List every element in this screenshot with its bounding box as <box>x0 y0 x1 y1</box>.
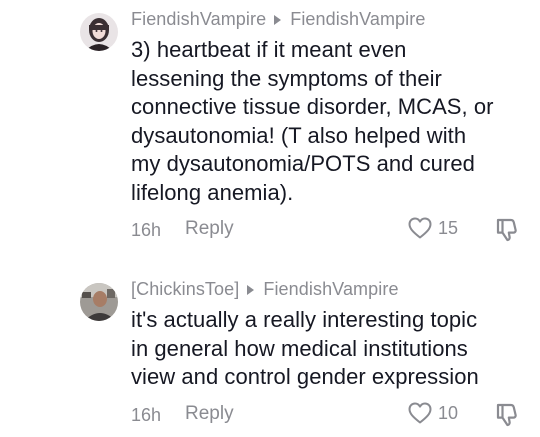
heart-outline-icon <box>408 402 432 424</box>
comment-text-line: dysautonomia! (T also helped with <box>131 122 467 148</box>
comment-text-line: it's actually a really interesting topic <box>131 307 478 332</box>
comment-text-line: lifelong anemia). <box>131 179 294 205</box>
author-name[interactable]: [ChickinsToe] <box>131 279 239 300</box>
dislike-button[interactable] <box>494 217 520 248</box>
comment-text-line: view and control gender expression <box>131 364 479 390</box>
comment-timestamp: 16h <box>131 405 162 425</box>
like-count: 15 <box>438 217 459 238</box>
reply-button[interactable]: Reply <box>185 218 234 240</box>
comment-item: [ChickinsToe] FiendishVampire it's actua… <box>0 272 540 437</box>
triangle-right-icon <box>247 284 255 295</box>
like-button[interactable]: 10 <box>408 402 458 424</box>
comment-text-line: my dysautonomia/POTS and cured <box>131 151 475 177</box>
comment-text: 3) heartbeat if it meant even lessening … <box>131 36 531 208</box>
comment-text-line: 3) heartbeat if it meant even <box>131 37 407 62</box>
author-name[interactable]: FiendishVampire <box>131 9 266 30</box>
thumbs-down-icon <box>496 218 517 242</box>
like-count: 10 <box>438 402 459 423</box>
comment-header: FiendishVampire FiendishVampire <box>131 9 425 30</box>
comment-header: [ChickinsToe] FiendishVampire <box>131 279 399 300</box>
heart-outline-icon <box>408 217 432 239</box>
reply-to-name[interactable]: FiendishVampire <box>263 279 398 300</box>
reply-to-name[interactable]: FiendishVampire <box>290 9 425 30</box>
comment-timestamp: 16h <box>131 220 162 240</box>
avatar[interactable] <box>80 13 118 51</box>
comment-item: FiendishVampire FiendishVampire 3) heart… <box>0 0 540 250</box>
comment-text-line: lessening the symptoms of their <box>131 65 442 91</box>
thumbs-down-icon <box>496 403 517 427</box>
comment-text: it's actually a really interesting topic… <box>131 306 531 392</box>
dislike-button[interactable] <box>494 402 520 433</box>
triangle-right-icon <box>274 14 282 25</box>
reply-button[interactable]: Reply <box>185 403 234 425</box>
like-button[interactable]: 15 <box>408 217 458 239</box>
avatar[interactable] <box>80 283 118 321</box>
comment-text-line: connective tissue disorder, MCAS, or <box>131 94 494 120</box>
comment-text-line: in general how medical institutions <box>131 335 468 361</box>
